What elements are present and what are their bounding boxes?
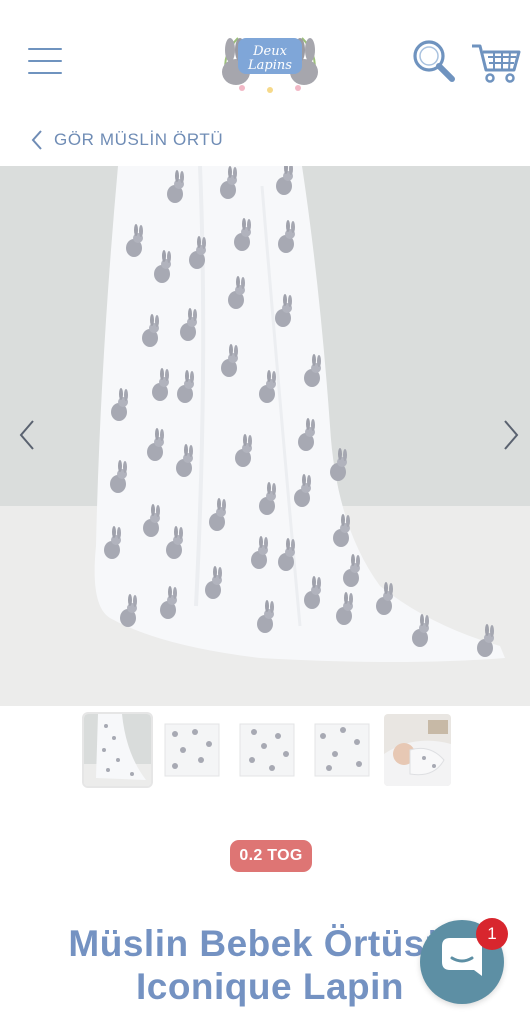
logo-text-line1: Deux [252, 44, 287, 59]
gallery-prev-button[interactable] [16, 418, 38, 452]
gallery-next-button[interactable] [500, 418, 522, 452]
chevron-right-icon [504, 420, 519, 450]
hamburger-line [28, 60, 62, 62]
hamburger-icon [28, 48, 62, 50]
breadcrumb[interactable]: GÖR MÜSLİN ÖRTÜ [30, 128, 223, 152]
menu-button[interactable] [28, 46, 64, 76]
brand-logo[interactable]: Deux Lapins [212, 24, 328, 98]
product-image-gallery[interactable] [0, 166, 530, 706]
chevron-left-icon [19, 420, 34, 450]
chevron-left-icon [31, 130, 42, 150]
tog-badge: 0.2 TOG [230, 840, 312, 872]
thumbnail-3[interactable] [234, 714, 301, 786]
logo-text-line2: Lapins [247, 58, 292, 73]
site-header: Deux Lapins [0, 0, 530, 118]
thumbnail-4[interactable] [309, 714, 376, 786]
product-main-image [0, 166, 530, 706]
hamburger-line [28, 72, 62, 74]
thumbnail-2[interactable] [159, 714, 226, 786]
thumbnail-1[interactable] [82, 712, 153, 788]
thumbnail-strip [82, 712, 451, 788]
cart-icon [472, 44, 521, 83]
chat-notification-badge: 1 [476, 918, 508, 950]
breadcrumb-label: GÖR MÜSLİN ÖRTÜ [54, 130, 224, 149]
thumbnail-5[interactable] [384, 714, 451, 786]
cart-button[interactable] [470, 42, 522, 84]
search-button[interactable] [410, 38, 458, 84]
search-icon [413, 40, 455, 82]
